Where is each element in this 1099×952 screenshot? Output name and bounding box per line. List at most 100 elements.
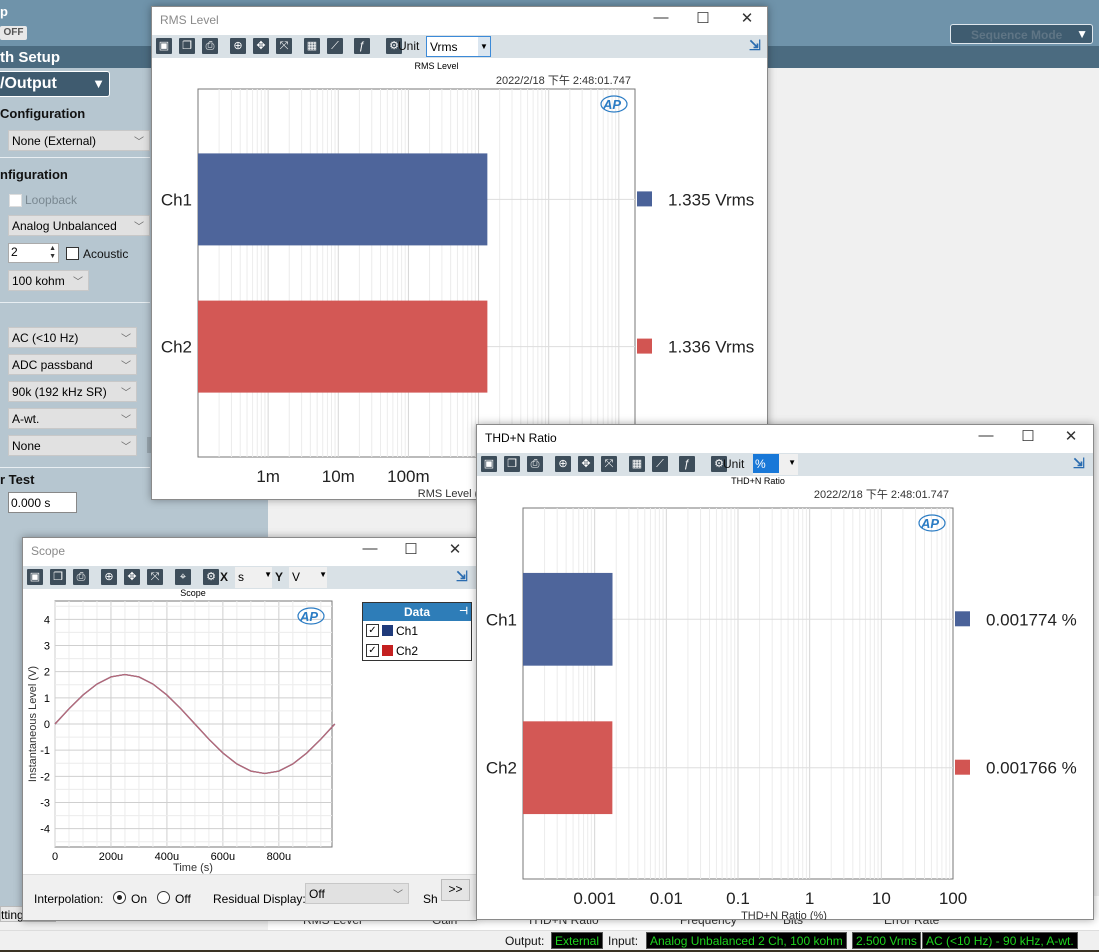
minimize-icon[interactable]: —: [971, 427, 1001, 444]
sequence-mode-dropdown[interactable]: Sequence Mode ▼: [950, 24, 1093, 44]
x-tick-label: 10m: [322, 467, 355, 486]
settings-icon[interactable]: ⚙: [203, 569, 219, 585]
top-label: p: [0, 4, 8, 19]
chevron-down-icon: ﹀: [121, 442, 131, 453]
bandpass-select[interactable]: ADC passband ﹀: [8, 354, 137, 375]
category-label: Ch1: [161, 190, 192, 209]
y-tick-label: -3: [40, 798, 50, 810]
table-icon[interactable]: ▦: [629, 456, 645, 472]
unit-select[interactable]: Vrms ▼: [426, 36, 491, 57]
function-icon[interactable]: ƒ: [354, 38, 370, 54]
legend-header: Data ⊣: [363, 603, 471, 621]
window-title: RMS Level: [160, 13, 219, 27]
fit-icon[interactable]: ⤧: [276, 38, 292, 54]
pan-icon[interactable]: ✥: [253, 38, 269, 54]
table-icon[interactable]: ▦: [304, 38, 320, 54]
legend-item-ch1[interactable]: ✓ Ch1: [363, 621, 471, 641]
x-tick-label: 800u: [267, 851, 291, 863]
pan-icon[interactable]: ✥: [124, 569, 140, 585]
close-icon[interactable]: ✕: [1056, 427, 1086, 445]
close-icon[interactable]: ✕: [732, 9, 762, 27]
checkbox-checked[interactable]: ✓: [366, 624, 379, 637]
chevron-down-icon: ﹀: [134, 137, 144, 148]
checkbox-checked[interactable]: ✓: [366, 644, 379, 657]
y-tick-label: -1: [40, 745, 50, 757]
more-button[interactable]: >>: [441, 879, 470, 901]
select-value: None: [12, 439, 41, 453]
residual-label: Residual Display:: [213, 892, 306, 906]
off-button[interactable]: OFF: [0, 26, 27, 40]
lowpass-select[interactable]: 90k (192 kHz SR) ﹀: [8, 381, 137, 402]
zoom-icon[interactable]: ⊕: [230, 38, 246, 54]
print-icon[interactable]: ⎙: [527, 456, 543, 472]
weighting-select[interactable]: A-wt. ﹀: [8, 408, 137, 429]
graph-options-icon[interactable]: ⟋: [327, 38, 343, 54]
pin-icon[interactable]: ⊣: [459, 603, 468, 621]
y-axis-label: Y: [275, 570, 284, 584]
legend-swatch-ch2: [955, 759, 970, 775]
pan-icon[interactable]: ✥: [578, 456, 594, 472]
function-icon[interactable]: ƒ: [679, 456, 695, 472]
select-value: 90k (192 kHz SR): [12, 385, 107, 399]
caret-down-icon: ▼: [92, 76, 105, 91]
io-dropdown-label: /Output: [0, 75, 57, 92]
spin-arrows-icon[interactable]: ▲ ▼: [49, 245, 56, 261]
y-unit-select[interactable]: V ▼: [289, 567, 327, 588]
io-dropdown[interactable]: /Output ▼: [0, 71, 110, 97]
fit-icon[interactable]: ⤧: [601, 456, 617, 472]
chevron-down-icon: ﹀: [73, 277, 83, 288]
fit-icon[interactable]: ⤧: [147, 569, 163, 585]
interp-on-radio[interactable]: [113, 891, 126, 904]
caret-down-icon: ▼: [264, 570, 272, 579]
graph-toolbar: ▣ ❐ ⎙ ⊕ ✥ ⤧ ▦ ⟋ ƒ ⚙ Unit Vrms ▼ ⇲: [152, 35, 767, 58]
loopback-checkbox[interactable]: [9, 194, 22, 207]
select-value: AC (<10 Hz): [12, 331, 79, 345]
dock-icon[interactable]: ⇲: [1073, 455, 1085, 472]
coupling-select[interactable]: AC (<10 Hz) ﹀: [8, 327, 137, 348]
minimize-icon[interactable]: —: [355, 540, 385, 557]
timestamp: 2022/2/18 下午 2:48:01.747: [496, 74, 631, 87]
print-icon[interactable]: ⎙: [202, 38, 218, 54]
minimize-icon[interactable]: —: [646, 9, 676, 26]
unit-select[interactable]: % ▼: [753, 454, 798, 475]
copy-icon[interactable]: ❐: [504, 456, 520, 472]
legend-swatch-ch1: [955, 611, 970, 627]
copy-icon[interactable]: ❐: [179, 38, 195, 54]
dock-icon[interactable]: ⇲: [749, 37, 761, 54]
y-tick-label: 1: [44, 693, 50, 705]
print-icon[interactable]: ⎙: [73, 569, 89, 585]
generator-select[interactable]: None (External) ﹀: [8, 130, 150, 151]
save-icon[interactable]: ▣: [27, 569, 43, 585]
interp-off-radio[interactable]: [157, 891, 170, 904]
graph-options-icon[interactable]: ⟋: [652, 456, 668, 472]
maximize-icon[interactable]: ☐: [688, 9, 718, 27]
caret-down-icon: ▼: [319, 570, 327, 579]
residual-select[interactable]: Off ﹀: [305, 883, 409, 904]
maximize-icon[interactable]: ☐: [1013, 427, 1043, 445]
graph-toolbar: ▣ ❐ ⎙ ⊕ ✥ ⤧ ▦ ⟋ ƒ ⚙ Unit % ▼ ⇲: [477, 453, 1093, 476]
interp-on-label: On: [131, 892, 148, 906]
impedance-select[interactable]: 100 kohm ﹀: [8, 270, 89, 291]
zoom-icon[interactable]: ⊕: [555, 456, 571, 472]
zoom-icon[interactable]: ⊕: [101, 569, 117, 585]
save-icon[interactable]: ▣: [156, 38, 172, 54]
channels-spinner[interactable]: 2 ▲ ▼: [8, 243, 59, 263]
acoustic-checkbox[interactable]: [66, 247, 79, 260]
y-tick-label: 0: [44, 719, 50, 731]
crosshair-icon[interactable]: ⌖: [175, 569, 191, 585]
thd-n-ratio-chart: THD+N Ratio2022/2/18 下午 2:48:01.747APCh1…: [486, 476, 1077, 920]
y-tick-label: 2: [44, 667, 50, 679]
copy-icon[interactable]: ❐: [50, 569, 66, 585]
close-icon[interactable]: ✕: [440, 540, 470, 558]
delay-input[interactable]: 0.000 s: [8, 492, 77, 513]
connector-select[interactable]: Analog Unbalanced ﹀: [8, 215, 150, 236]
x-tick-label: 0.1: [726, 889, 750, 908]
ch1-swatch: [382, 625, 393, 636]
maximize-icon[interactable]: ☐: [396, 540, 426, 558]
x-unit-select[interactable]: s ▼: [235, 567, 272, 588]
category-label: Ch2: [161, 338, 192, 357]
filter-select[interactable]: None ﹀: [8, 435, 137, 456]
legend-item-ch2[interactable]: ✓ Ch2: [363, 641, 471, 661]
save-icon[interactable]: ▣: [481, 456, 497, 472]
dock-icon[interactable]: ⇲: [456, 568, 468, 585]
